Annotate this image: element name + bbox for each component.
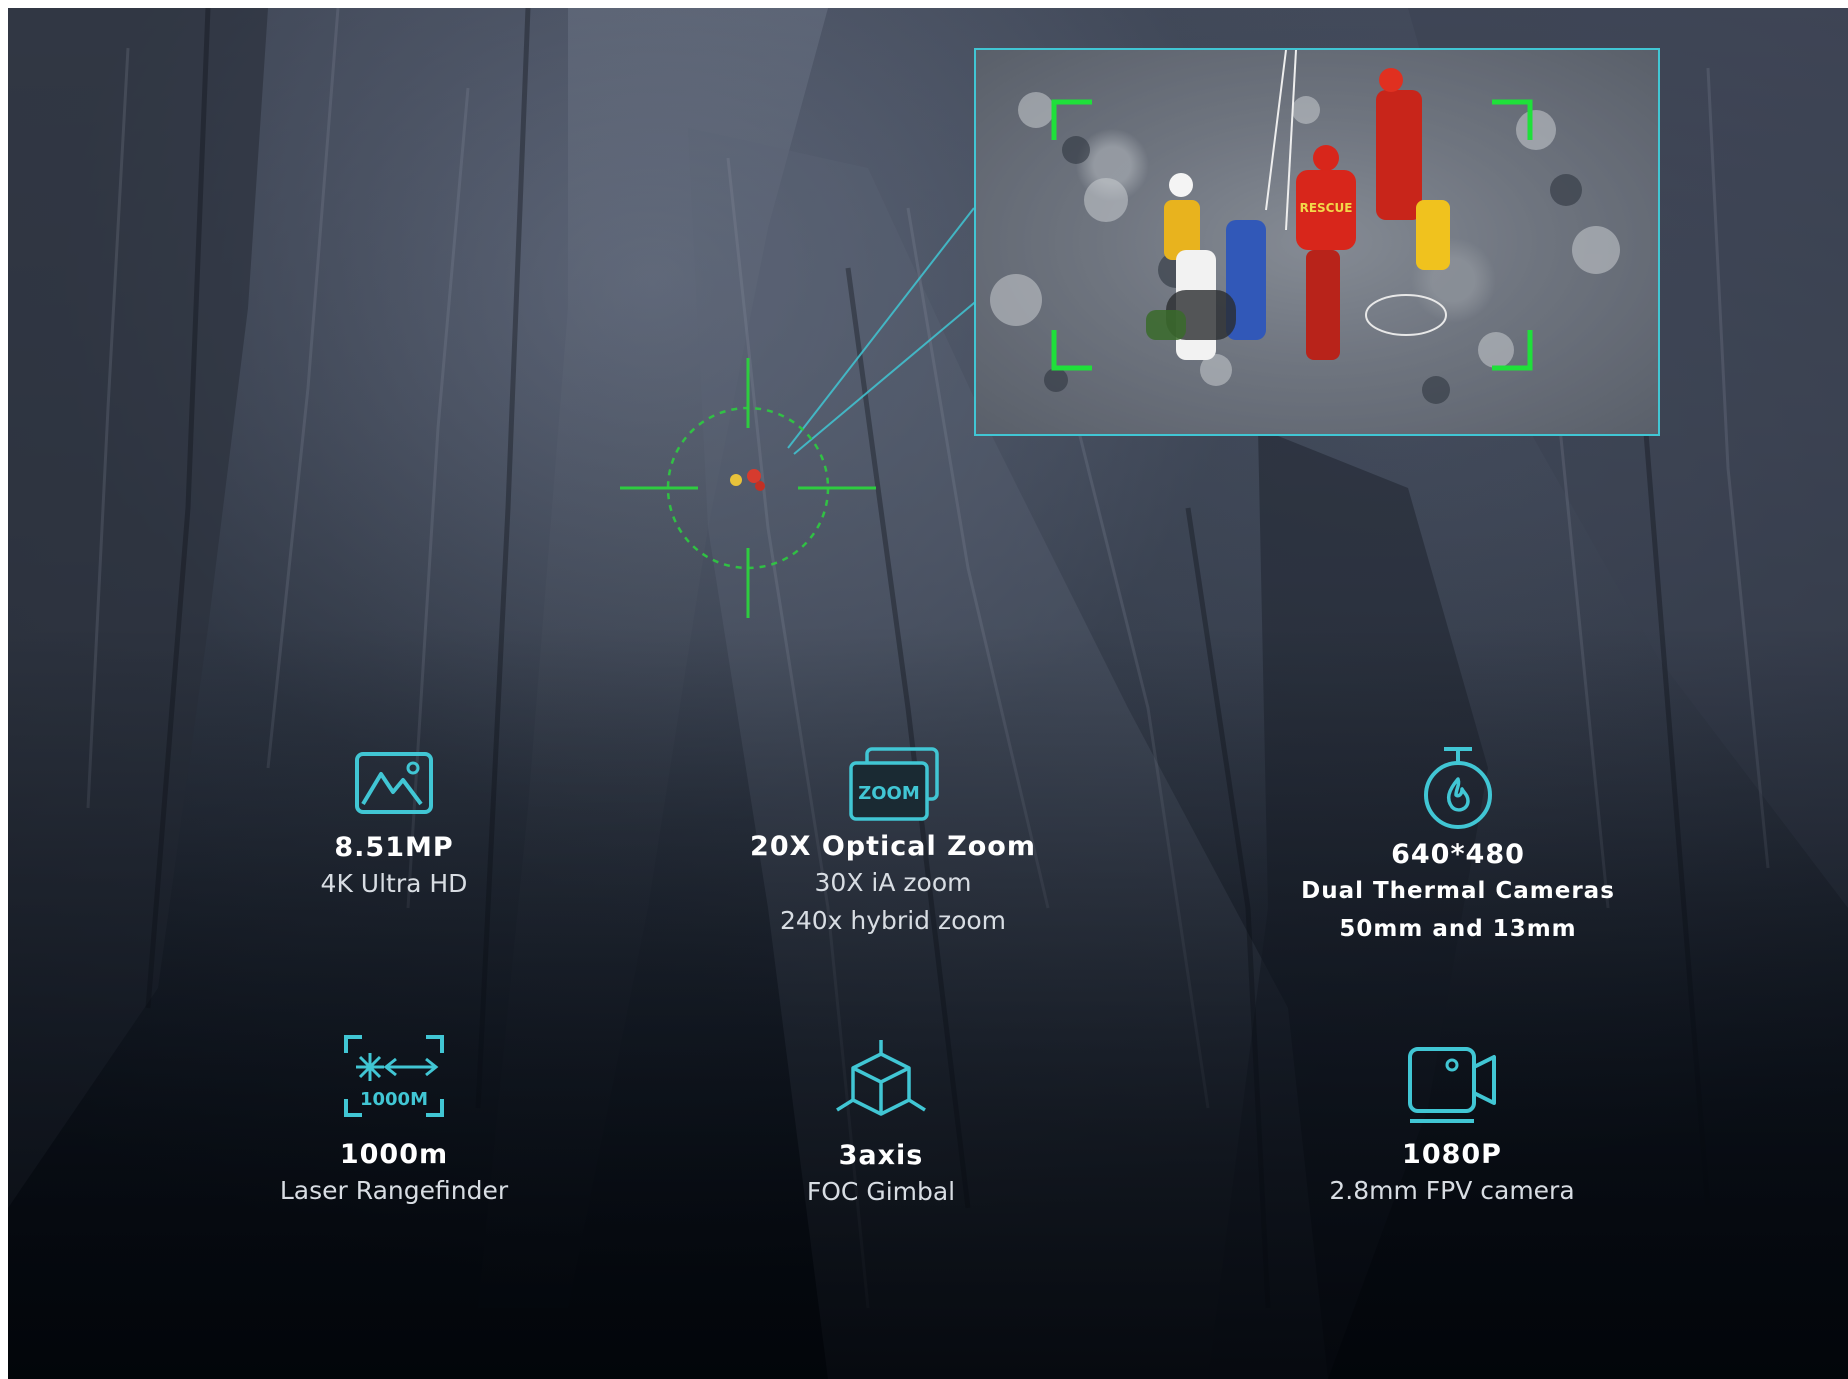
feature-subtitle: 50mm and 13mm (1339, 916, 1577, 942)
zoom-inset-panel: RESCUE (974, 48, 1660, 436)
hero-background: RESCUE 8.51MP 4K Ultra HD ZOOM 20X Optic… (8, 8, 1848, 1379)
feature-subtitle: FOC Gimbal (806, 1177, 956, 1206)
image-icon (355, 752, 433, 814)
feature-subtitle: 4K Ultra HD (320, 869, 468, 898)
feature-title: 3axis (838, 1140, 924, 1171)
fpv-camera-icon (1408, 1047, 1496, 1123)
rangefinder-icon-label: 1000M (360, 1089, 428, 1110)
feature-subtitle: 2.8mm FPV camera (1329, 1176, 1575, 1205)
rescue-badge-text: RESCUE (1300, 201, 1353, 215)
feature-rangefinder: 1000M 1000m Laser Rangefinder (174, 1033, 614, 1208)
laser-rangefinder-icon: 1000M (344, 1035, 444, 1117)
feature-zoom: ZOOM 20X Optical Zoom 30X iA zoom 240x h… (673, 743, 1113, 938)
zoom-icon: ZOOM (849, 747, 939, 821)
rescue-scene-image: RESCUE (976, 50, 1658, 434)
feature-thermal: 640*480 Dual Thermal Cameras 50mm and 13… (1238, 743, 1678, 946)
feature-subtitle: 240x hybrid zoom (779, 906, 1007, 935)
feature-title: 1080P (1402, 1139, 1502, 1170)
feature-subtitle: Dual Thermal Cameras (1301, 878, 1615, 904)
feature-title: 1000m (339, 1139, 449, 1170)
gimbal-cube-icon (836, 1040, 926, 1116)
feature-gimbal: 3axis FOC Gimbal (661, 1038, 1101, 1209)
feature-fpv: 1080P 2.8mm FPV camera (1232, 1043, 1672, 1208)
targeting-reticle-icon (620, 358, 876, 618)
feature-subtitle: 30X iA zoom (814, 868, 972, 897)
feature-title: 20X Optical Zoom (750, 831, 1036, 862)
feature-resolution: 8.51MP 4K Ultra HD (174, 748, 614, 901)
thermal-camera-icon (1424, 747, 1492, 829)
feature-title: 640*480 (1391, 839, 1525, 870)
zoom-icon-label: ZOOM (858, 783, 920, 804)
feature-title: 8.51MP (334, 832, 454, 863)
feature-subtitle: Laser Rangefinder (279, 1176, 509, 1205)
